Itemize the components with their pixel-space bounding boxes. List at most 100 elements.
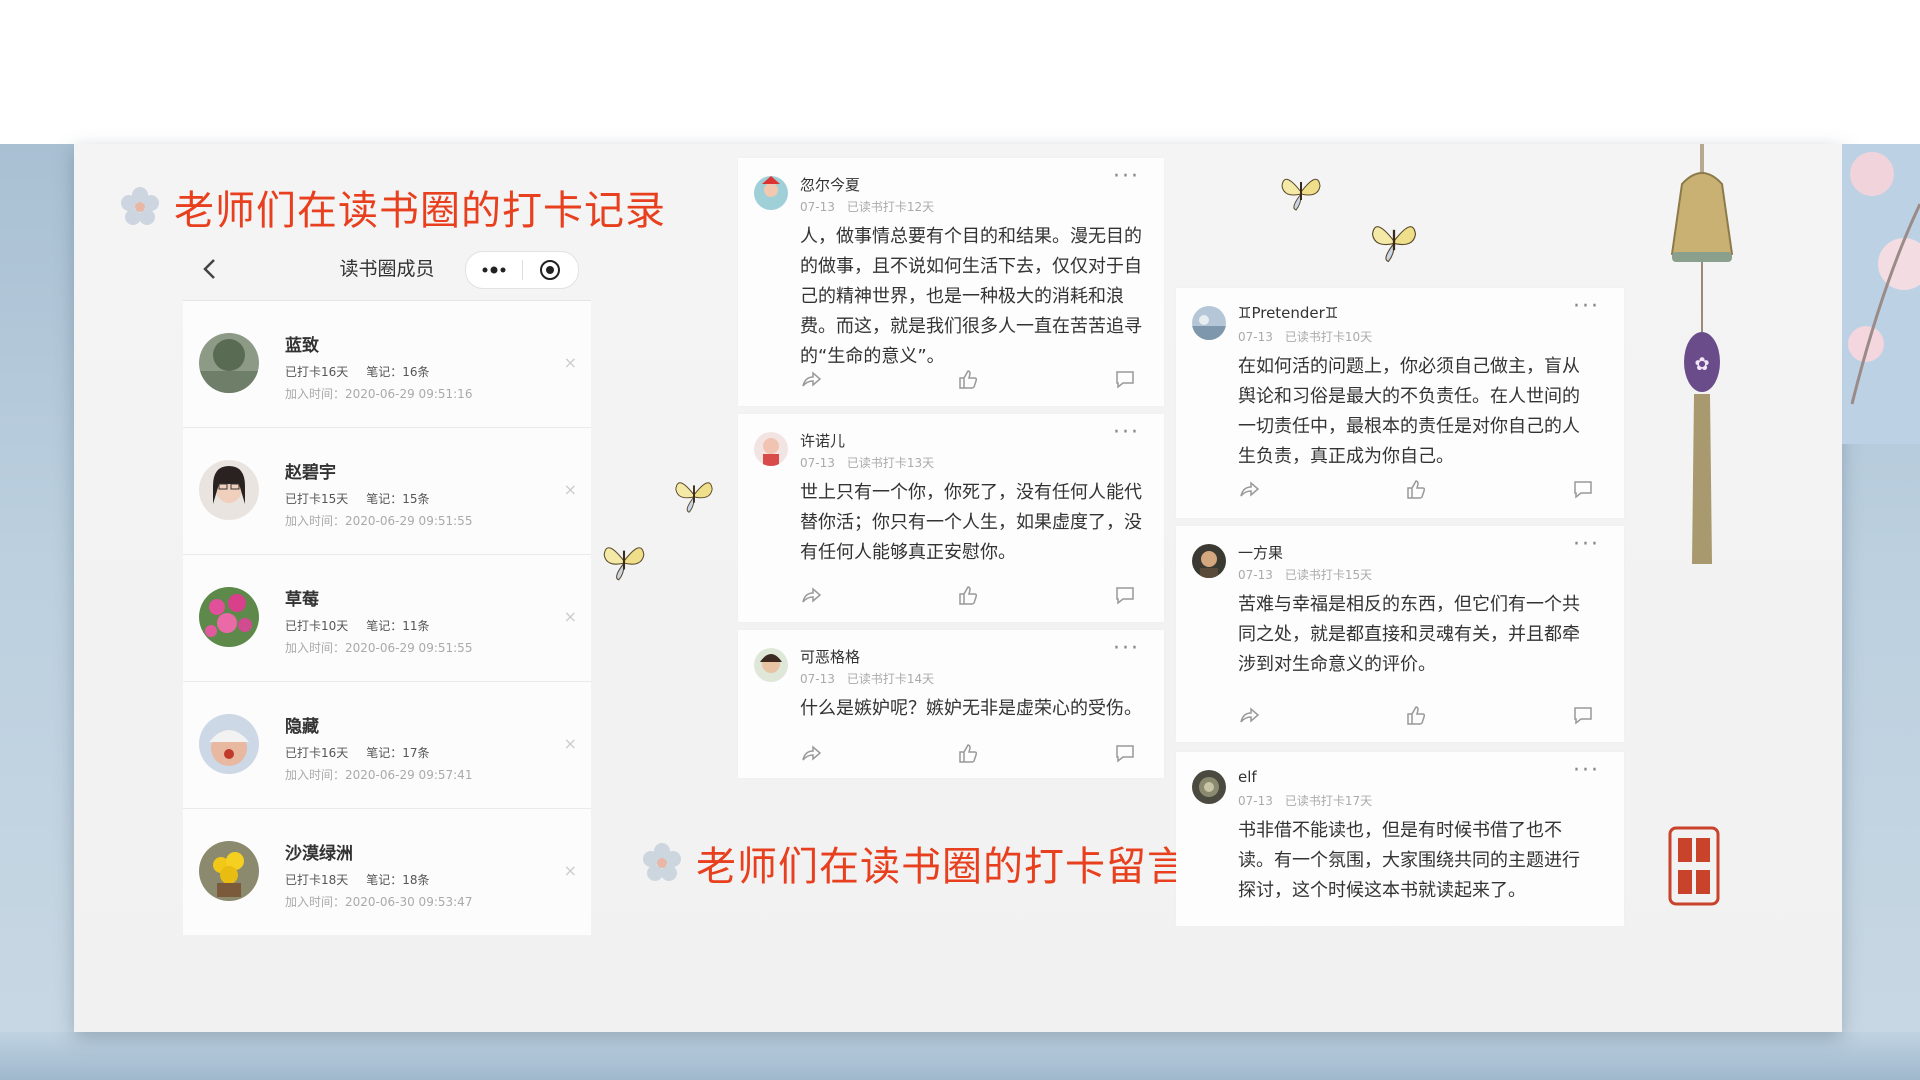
more-options-button[interactable]: ··· — [1113, 164, 1140, 189]
post-date: 07-13 — [1238, 794, 1273, 808]
post-card: 一方果 07-13 已读书打卡15天 ··· 苦难与幸福是相反的东西，但它们有一个… — [1176, 526, 1624, 742]
post-text: 苦难与幸福是相反的东西，但它们有一个共 同之处，就是都直接和灵魂有关，并且都牵 … — [1238, 590, 1580, 680]
avatar — [199, 587, 259, 647]
post-line: 世上只有一个你，你死了，没有任何人能代 — [800, 482, 1142, 503]
share-icon[interactable] — [1238, 704, 1260, 726]
checkin-count: 已打卡18天 — [285, 873, 349, 887]
post-line: 涉到对生命意义的评价。 — [1238, 654, 1436, 675]
phone-header: 读书圈成员 — [183, 238, 591, 301]
records-heading-text: 老师们在读书圈的打卡记录 — [174, 188, 666, 234]
post-line: 人，做事情总要有个目的和结果。漫无目的 — [800, 226, 1142, 247]
member-name: 沙漠绿洲 — [285, 844, 353, 864]
post-line: 读。有一个氛围，大家围绕共同的主题进行 — [1238, 850, 1580, 871]
post-meta: 07-13 已读书打卡15天 — [1238, 566, 1384, 583]
post-status: 已读书打卡13天 — [846, 456, 935, 470]
post-meta: 07-13 已读书打卡14天 — [800, 670, 946, 687]
post-actions — [1238, 704, 1594, 726]
post-meta: 07-13 已读书打卡10天 — [1238, 328, 1384, 345]
svg-text:✿: ✿ — [1694, 354, 1709, 375]
post-status: 已读书打卡12天 — [846, 200, 935, 214]
member-row[interactable]: 隐藏 已打卡16天 笔记：17条 加入时间：2020-06-29 09:57:41… — [183, 682, 591, 809]
thumb-up-icon[interactable] — [957, 584, 979, 606]
comment-icon[interactable] — [1114, 368, 1136, 390]
butterfly-icon — [1371, 226, 1417, 263]
post-line: 生负责，真正成为你自己。 — [1238, 446, 1454, 467]
post-line: 有任何人能够真正安慰你。 — [800, 542, 1016, 563]
comment-icon[interactable] — [1572, 478, 1594, 500]
more-dots-icon — [482, 266, 506, 274]
more-options-button[interactable]: ··· — [1113, 636, 1140, 661]
share-icon[interactable] — [800, 742, 822, 764]
share-icon[interactable] — [800, 368, 822, 390]
mini-program-capsule — [465, 251, 579, 289]
post-card: 可恶格格 07-13 已读书打卡14天 ··· 什么是嫉妒呢？嫉妒无非是虚荣心的受… — [738, 630, 1164, 778]
comment-icon[interactable] — [1114, 742, 1136, 764]
post-meta: 07-13 已读书打卡17天 — [1238, 792, 1384, 809]
post-line: 探讨，这个时候这本书就读起来了。 — [1238, 880, 1526, 901]
comments-heading: 老师们在读书圈的打卡留言 — [640, 834, 1188, 892]
post-author: 一方果 — [1238, 544, 1284, 562]
comments-heading-text: 老师们在读书圈的打卡留言 — [696, 844, 1188, 890]
thumb-up-icon[interactable] — [1405, 704, 1427, 726]
remove-member-button[interactable]: × — [564, 607, 577, 626]
post-card: ♊Pretender♊ 07-13 已读书打卡10天 ··· 在如何活的问题上，你… — [1176, 288, 1624, 518]
member-stats: 已打卡16天 笔记：17条 — [285, 744, 448, 761]
post-actions — [800, 584, 1136, 606]
post-line: 一切责任中，最根本的责任是对你自己的人 — [1238, 416, 1580, 437]
post-line: 己的精神世界，也是一种极大的消耗和浪 — [800, 286, 1124, 307]
join-time: 加入时间：2020-06-29 09:51:55 — [285, 641, 473, 655]
thumb-up-icon[interactable] — [1405, 478, 1427, 500]
remove-member-button[interactable]: × — [564, 734, 577, 753]
post-text: 在如何活的问题上，你必须自己做主，盲从 舆论和习俗是最大的不负责任。在人世间的 … — [1238, 352, 1580, 472]
more-dots-button[interactable] — [466, 252, 522, 288]
share-icon[interactable] — [800, 584, 822, 606]
more-options-button[interactable]: ··· — [1113, 420, 1140, 445]
note-count: 笔记：15条 — [366, 492, 430, 506]
remove-member-button[interactable]: × — [564, 353, 577, 372]
close-target-button[interactable] — [523, 252, 579, 288]
flower-icon — [643, 843, 681, 881]
more-options-button[interactable]: ··· — [1573, 294, 1600, 319]
post-line: 替你活；你只有一个人生，如果虚度了，没 — [800, 512, 1142, 533]
remove-member-button[interactable]: × — [564, 480, 577, 499]
member-row[interactable]: 沙漠绿洲 已打卡18天 笔记：18条 加入时间：2020-06-30 09:53:… — [183, 809, 591, 935]
member-name: 蓝致 — [285, 336, 319, 356]
avatar — [754, 176, 788, 210]
member-row[interactable]: 草莓 已打卡10天 笔记：11条 加入时间：2020-06-29 09:51:55… — [183, 555, 591, 682]
butterfly-icon — [1281, 178, 1321, 211]
post-author: elf — [1238, 768, 1257, 786]
avatar — [1192, 306, 1226, 340]
butterfly-icon — [603, 547, 645, 581]
post-card: 忽尔今夏 07-13 已读书打卡12天 ··· 人，做事情总要有个目的和结果。漫无… — [738, 158, 1164, 406]
post-text: 书非借不能读也，但是有时候书借了也不 读。有一个氛围，大家围绕共同的主题进行 探… — [1238, 816, 1580, 906]
more-options-button[interactable]: ··· — [1573, 532, 1600, 557]
post-author: 许诺儿 — [800, 432, 846, 450]
post-line: 舆论和习俗是最大的不负责任。在人世间的 — [1238, 386, 1580, 407]
post-date: 07-13 — [800, 200, 835, 214]
comment-icon[interactable] — [1572, 704, 1594, 726]
post-line: 什么是嫉妒呢？嫉妒无非是虚荣心的受伤。 — [800, 698, 1142, 719]
post-line: 的做事，且不说如何生活下去，仅仅对于自 — [800, 256, 1142, 277]
post-text: 什么是嫉妒呢？嫉妒无非是虚荣心的受伤。 — [800, 694, 1142, 724]
thumb-up-icon[interactable] — [957, 368, 979, 390]
avatar — [1192, 770, 1226, 804]
member-row[interactable]: 赵碧宇 已打卡15天 笔记：15条 加入时间：2020-06-29 09:51:5… — [183, 428, 591, 555]
remove-member-button[interactable]: × — [564, 861, 577, 880]
member-name: 隐藏 — [285, 717, 319, 737]
avatar — [199, 841, 259, 901]
seal-stamp — [1668, 826, 1720, 906]
checkin-count: 已打卡15天 — [285, 492, 349, 506]
comment-icon[interactable] — [1114, 584, 1136, 606]
share-icon[interactable] — [1238, 478, 1260, 500]
post-line: 费。而这，就是我们很多人一直在苦苦追寻 — [800, 316, 1142, 337]
more-options-button[interactable]: ··· — [1573, 758, 1600, 783]
avatar — [754, 432, 788, 466]
join-time: 加入时间：2020-06-29 09:51:16 — [285, 387, 473, 401]
thumb-up-icon[interactable] — [957, 742, 979, 764]
member-name: 草莓 — [285, 590, 319, 610]
note-count: 笔记：17条 — [366, 746, 430, 760]
member-row[interactable]: 蓝致 已打卡16天 笔记：16条 加入时间：2020-06-29 09:51:16… — [183, 301, 591, 428]
post-actions — [800, 742, 1136, 764]
post-status: 已读书打卡14天 — [846, 672, 935, 686]
avatar — [754, 648, 788, 682]
